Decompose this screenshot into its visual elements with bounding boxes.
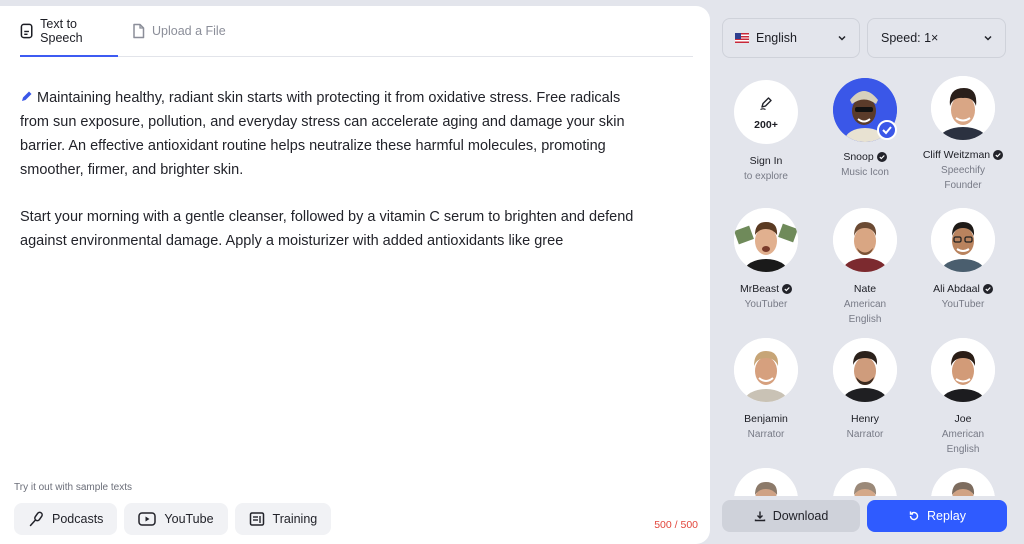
verified-icon	[876, 152, 887, 162]
training-icon	[249, 512, 264, 526]
voice-count-badge: 200+	[754, 119, 778, 131]
text-paragraph: Maintaining healthy, radiant skin starts…	[20, 90, 625, 178]
us-flag-icon	[735, 33, 749, 43]
voice-grid: 200+ Sign In to explore Snoop Music Icon	[716, 66, 1024, 496]
pencil-icon	[760, 97, 772, 111]
speed-select[interactable]: Speed: 1×	[867, 18, 1006, 58]
joe-portrait	[931, 338, 995, 402]
avatar	[833, 338, 897, 402]
voice-sign-in[interactable]: 200+ Sign In to explore	[716, 80, 816, 184]
sample-chip-youtube[interactable]: YouTube	[124, 503, 228, 535]
avatar	[734, 208, 798, 272]
voice-benjamin[interactable]: Benjamin Narrator	[716, 338, 816, 442]
download-icon	[754, 511, 765, 522]
language-select[interactable]: English	[722, 18, 860, 58]
microphone-icon	[29, 511, 43, 527]
avatar	[734, 468, 798, 496]
avatar	[833, 78, 897, 152]
cliff-portrait	[931, 76, 995, 140]
verified-icon	[982, 284, 993, 294]
avatar	[734, 338, 798, 402]
avatar	[931, 76, 995, 140]
ali-portrait	[931, 208, 995, 272]
character-counter: 500 / 500	[654, 519, 698, 531]
tab-label: Text to Speech	[40, 17, 83, 45]
voice-mrbeast[interactable]: MrBeast YouTuber	[716, 208, 816, 312]
voice-ali-abdaal[interactable]: Ali Abdaal YouTuber	[913, 208, 1013, 312]
voice-joe[interactable]: Joe American English	[913, 338, 1013, 457]
benjamin-portrait	[734, 338, 798, 402]
verified-icon	[993, 150, 1004, 160]
verified-icon	[782, 284, 793, 294]
voice-nate[interactable]: Nate American English	[815, 208, 915, 327]
chevron-down-icon	[984, 35, 992, 41]
chevron-down-icon	[838, 35, 846, 41]
file-icon	[133, 23, 145, 39]
avatar	[931, 468, 995, 496]
replay-icon	[909, 511, 919, 521]
avatar: 200+	[734, 80, 798, 144]
sample-chip-training[interactable]: Training	[234, 503, 332, 535]
avatar	[931, 338, 995, 402]
play-icon	[138, 512, 157, 526]
replay-button[interactable]: Replay	[867, 500, 1007, 532]
voice-henry[interactable]: Henry Narrator	[815, 338, 915, 442]
text-input-area[interactable]: Maintaining healthy, radiant skin starts…	[20, 86, 640, 276]
voice-cliff-weitzman[interactable]: Cliff Weitzman Speechify Founder	[913, 76, 1013, 193]
sample-chips: Podcasts YouTube Training	[14, 503, 332, 535]
editor-panel: Text to Speech Upload a File Maintaining…	[0, 6, 710, 544]
tab-upload-file[interactable]: Upload a File	[132, 6, 226, 56]
nate-portrait	[833, 208, 897, 272]
voice-partial[interactable]	[716, 468, 816, 496]
text-paragraph: Start your morning with a gentle cleanse…	[20, 209, 634, 249]
portrait	[833, 468, 897, 496]
tab-text-to-speech[interactable]: Text to Speech	[20, 6, 118, 57]
sample-chip-podcasts[interactable]: Podcasts	[14, 503, 118, 535]
voice-partial[interactable]	[913, 468, 1013, 496]
tab-label: Upload a File	[152, 24, 226, 38]
document-icon	[20, 23, 33, 39]
voice-partial[interactable]	[815, 468, 915, 496]
portrait	[931, 468, 995, 496]
tab-bar: Text to Speech Upload a File	[20, 6, 693, 57]
check-badge-icon	[877, 120, 897, 140]
avatar	[833, 208, 897, 272]
mrbeast-portrait	[734, 208, 798, 272]
pencil-icon	[22, 91, 32, 101]
download-button[interactable]: Download	[722, 500, 860, 532]
avatar	[833, 468, 897, 496]
portrait	[734, 468, 798, 496]
samples-label: Try it out with sample texts	[14, 482, 132, 493]
avatar	[931, 208, 995, 272]
henry-portrait	[833, 338, 897, 402]
voice-snoop[interactable]: Snoop Music Icon	[815, 78, 915, 180]
